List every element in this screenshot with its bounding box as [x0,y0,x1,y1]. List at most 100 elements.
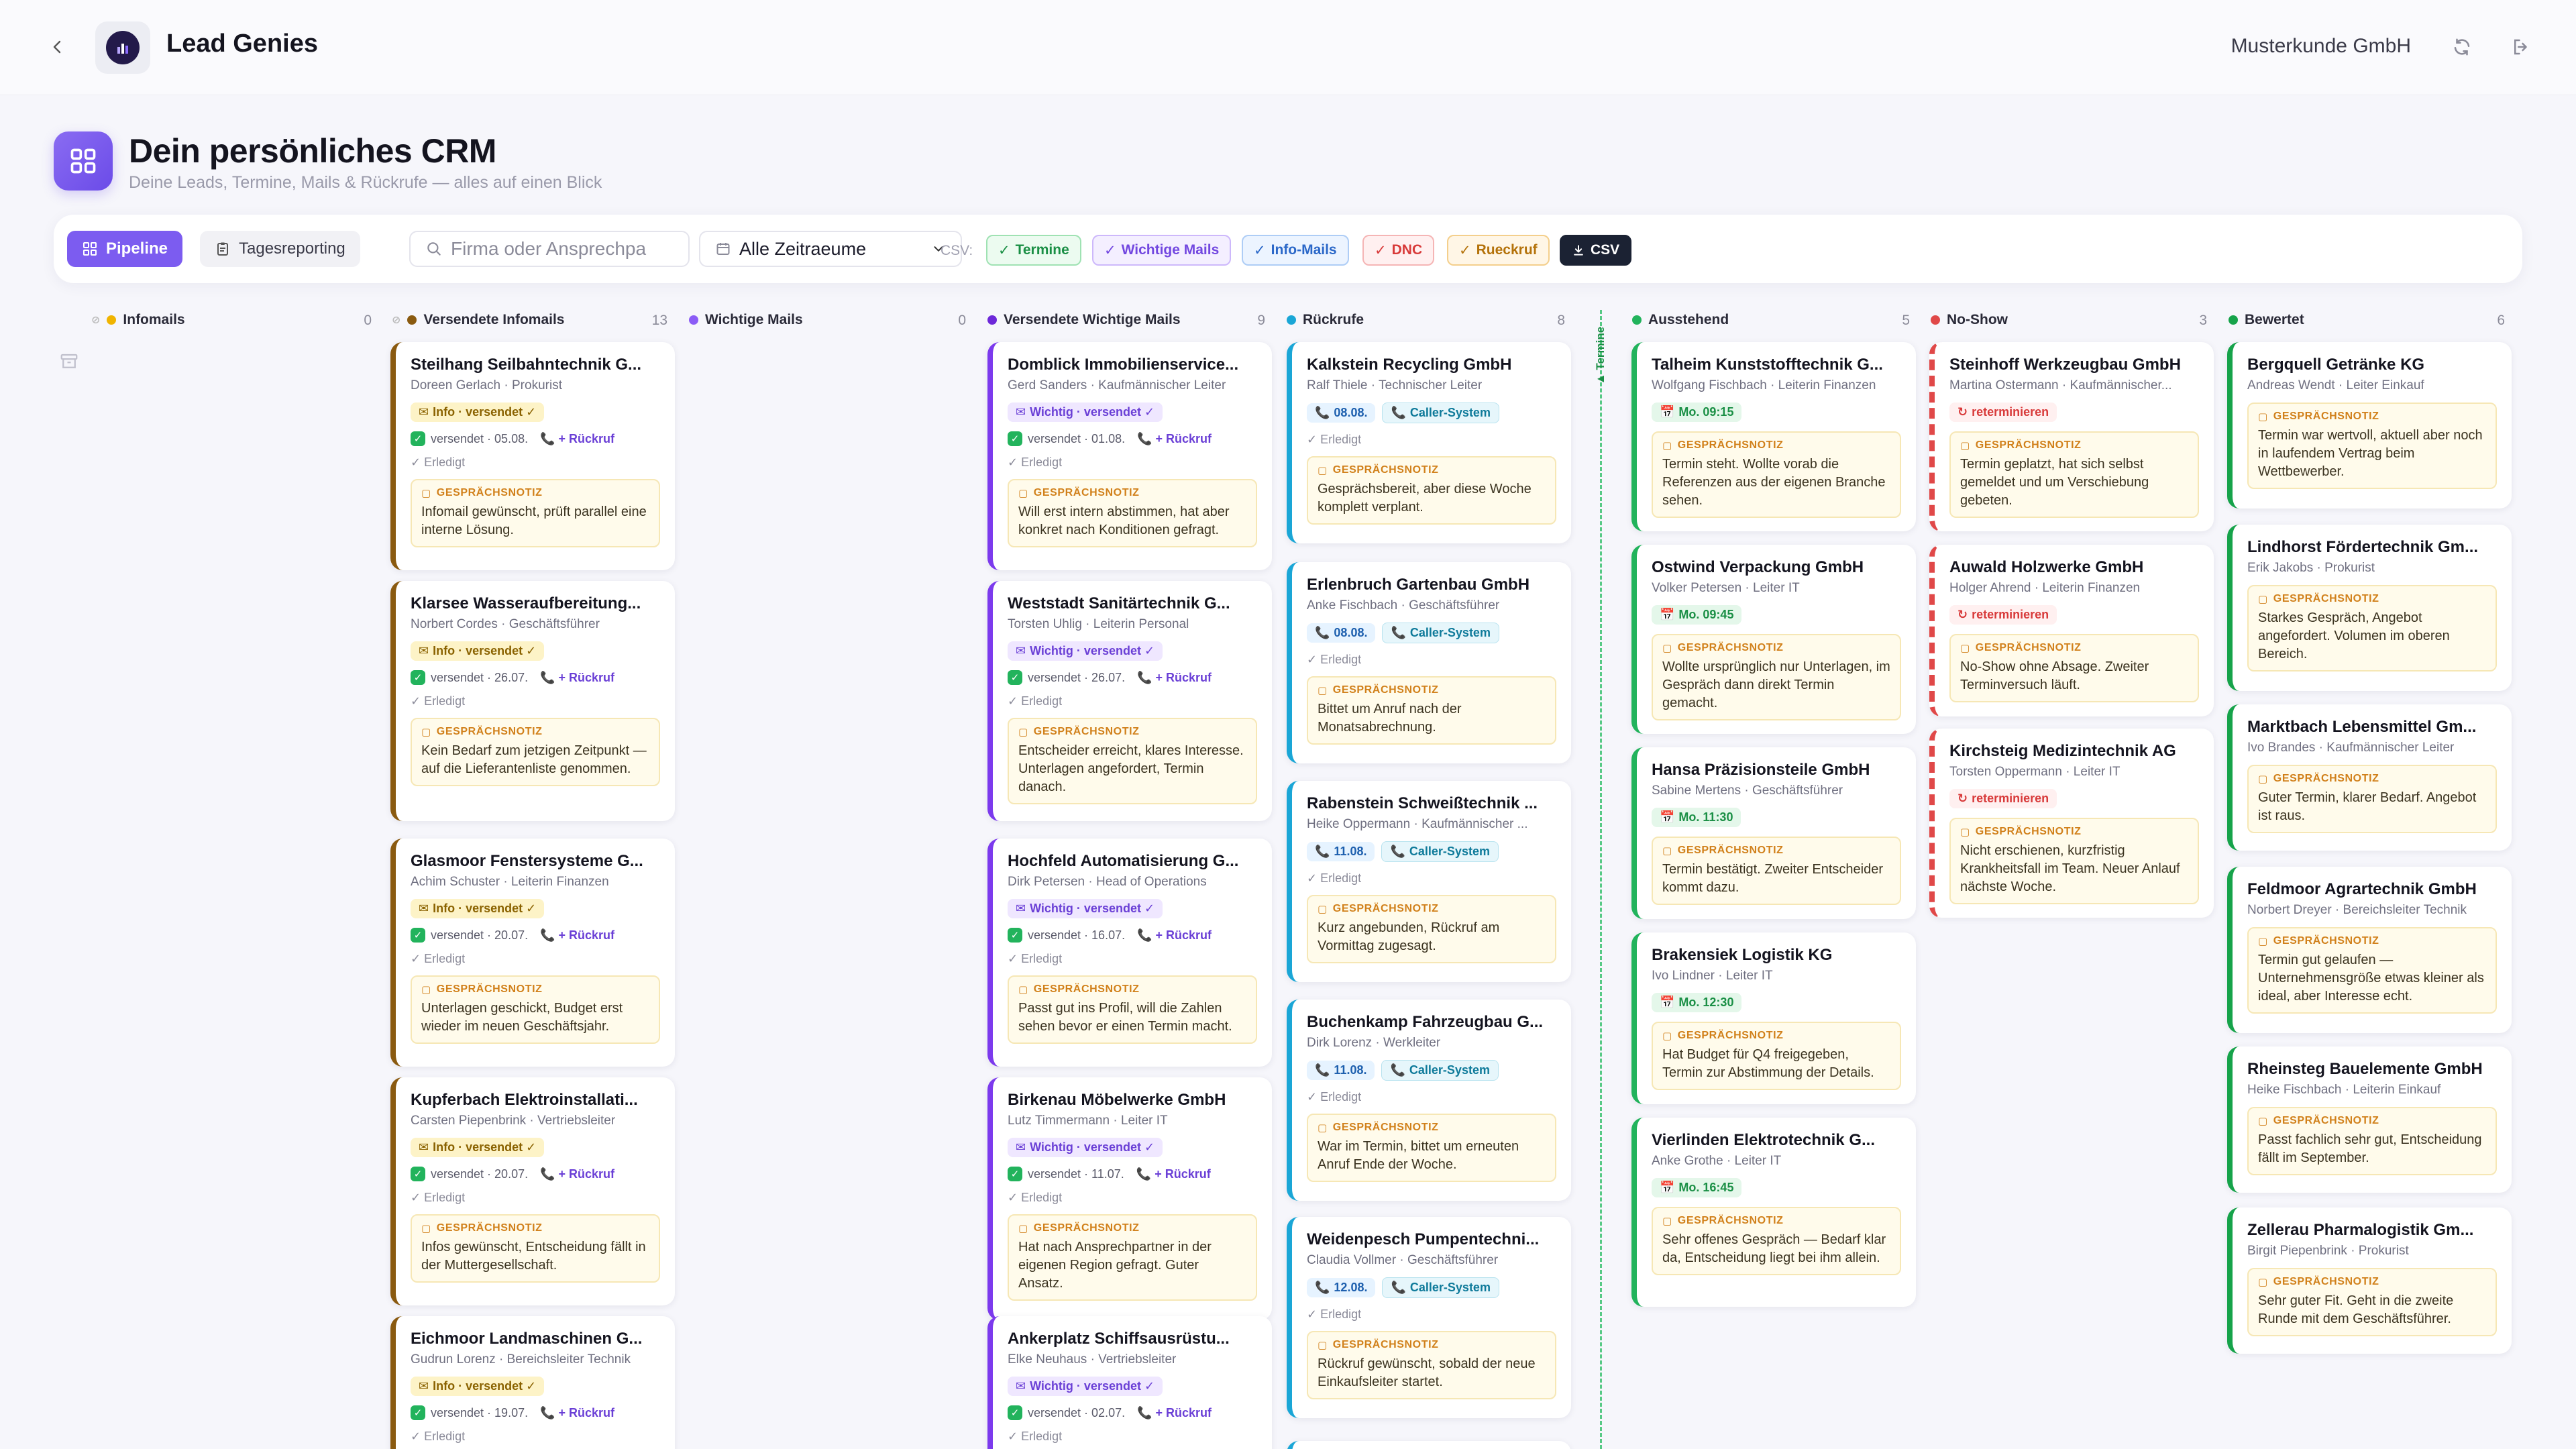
note-header: ▢ GESPRÄCHSNOTIZ [2258,411,2486,423]
checkbox-checked-icon[interactable]: ✓ [1008,670,1022,685]
lead-card[interactable]: Kirchsteig Medizintechnik AG Torsten Oppe… [1929,729,2214,918]
lead-card[interactable]: Steilhang Seilbahntechnik G... Doreen Ger… [390,342,675,570]
csv-dnc-label: DNC [1391,242,1423,258]
lead-card[interactable]: Birkenau Möbelwerke GmbH Lutz Timmermann … [987,1077,1272,1320]
lead-card[interactable]: Ankerplatz Schiffsausrüstu... Elke Neuhau… [987,1316,1272,1449]
pipeline-tab[interactable]: Pipeline [67,231,183,267]
app-logo[interactable] [95,21,150,74]
lead-card[interactable]: Klarsee Wasseraufbereitung... Norbert Cor… [390,581,675,821]
sent-date: versendet · 16.07. [1028,928,1126,942]
lead-card[interactable]: Kupferbach Elektroinstallati... Carsten P… [390,1077,675,1305]
lead-card[interactable]: Erlenbruch Gartenbau GmbH Anke Fischbach … [1287,562,1571,763]
rueckruf-link[interactable]: 📞 + Rückruf [1137,671,1212,685]
lead-card[interactable]: Eichmoor Landmaschinen G... Gudrun Lorenz… [390,1316,675,1449]
lead-card[interactable]: Buchenkamp Fahrzeugbau G... Dirk Lorenz ·… [1287,1000,1571,1201]
checkbox-checked-icon[interactable]: ✓ [411,928,425,943]
lead-company: Kalkstein Recycling GmbH [1307,356,1512,374]
tagesreporting-tab[interactable]: Tagesreporting [200,231,360,267]
note-text: Starkes Gespräch, Angebot angefordert. V… [2258,610,2450,661]
note-text: Termin bestätigt. Zweiter Entscheider ko… [1662,862,1884,895]
mail-icon: ✉ [419,1379,429,1393]
lead-card[interactable]: Weidenpesch Pumpentechni... Claudia Vollm… [1287,1217,1571,1418]
note-header: ▢ GESPRÄCHSNOTIZ [2258,1276,2486,1288]
reterminieren-button[interactable]: ↻ reterminieren [1949,605,2057,625]
lead-card[interactable]: Hochfeld Automatisierung G... Dirk Peters… [987,839,1272,1067]
checkbox-checked-icon[interactable]: ✓ [411,431,425,446]
lead-card[interactable]: Marktbach Lebensmittel Gm... Ivo Brandes … [2227,704,2512,851]
lead-card[interactable]: Steinhoff Werkzeugbau GmbH Martina Osterm… [1929,342,2214,531]
lead-card[interactable]: Kalkstein Recycling GmbH Ralf Thiele · Te… [1287,342,1571,543]
lead-card[interactable]: Feldmoor Agrartechnik GmbH Norbert Dreyer… [2227,867,2512,1033]
conversation-note: ▢ GESPRÄCHSNOTIZ Termin geplatzt, hat sich… [1949,431,2199,518]
termin-time: Mo. 12:30 [1678,996,1734,1009]
checkbox-checked-icon[interactable]: ✓ [1008,928,1022,943]
lead-card[interactable]: Domblick Immobilienservice... Gerd Sander… [987,342,1272,570]
lead-card[interactable]: Glasmoor Fenstersysteme G... Achim Schust… [390,839,675,1067]
lead-card[interactable]: Bergquell Getränke KG Andreas Wendt · Lei… [2227,342,2512,508]
logout-icon[interactable] [2508,34,2534,60]
reterminieren-button[interactable]: ↻ reterminieren [1949,402,2057,422]
caller-system-badge: 📞 Caller-System [1382,623,1499,643]
pipeline-label: Pipeline [106,239,168,258]
back-arrow-icon[interactable] [44,34,71,60]
note-header-label: GESPRÄCHSNOTIZ [1033,983,1140,995]
rueckruf-link[interactable]: 📞 + Rückruf [540,1167,614,1181]
note-icon: ▢ [1960,440,1970,451]
rueckruf-link[interactable]: 📞 + Rückruf [1137,1406,1212,1420]
phone-icon: 📞 [1315,845,1330,858]
checkbox-checked-icon[interactable]: ✓ [1008,1167,1022,1181]
checkbox-checked-icon[interactable]: ✓ [411,1405,425,1420]
note-header-label: GESPRÄCHSNOTIZ [436,1222,543,1234]
lead-card[interactable]: Weststadt Sanitärtechnik G... Torsten Uhl… [987,581,1272,821]
reterminieren-button[interactable]: ↻ reterminieren [1949,789,2057,808]
csv-info-button[interactable]: ✓ Info-Mails [1242,235,1349,266]
checkbox-checked-icon[interactable]: ✓ [1008,431,1022,446]
lead-card[interactable]: Ostwind Verpackung GmbH Volker Petersen ·… [1631,545,1916,734]
rueckruf-link[interactable]: 📞 + Rückruf [540,671,614,685]
lead-card[interactable]: Hansa Präzisionsteile GmbH Sabine Mertens… [1631,747,1916,919]
lead-card[interactable]: Auwald Holzwerke GmbH Holger Ahrend · Lei… [1929,545,2214,716]
note-header: ▢ GESPRÄCHSNOTIZ [1318,1122,1546,1134]
note-header-label: GESPRÄCHSNOTIZ [436,983,543,995]
lead-company: Klarsee Wasseraufbereitung... [411,594,641,612]
checkbox-checked-icon[interactable]: ✓ [411,1167,425,1181]
rueckruf-label: + Rückruf [558,1405,615,1419]
archive-icon[interactable] [59,352,79,375]
lead-card[interactable]: Vierlinden Elektrotechnik G... Anke Groth… [1631,1118,1916,1307]
lead-card[interactable]: Talheim Kunststofftechnik G... Wolfgang F… [1631,342,1916,531]
rueckruf-link[interactable]: 📞 + Rückruf [540,928,614,943]
lead-card[interactable]: Rabenstein Schweißtechnik ... Heike Opper… [1287,781,1571,982]
lead-card[interactable]: Brakensiek Logistik KG Ivo Lindner · Leit… [1631,932,1916,1104]
erledigt-label: ✓ Erledigt [1307,1090,1362,1104]
checkbox-checked-icon[interactable]: ✓ [411,670,425,685]
lead-card[interactable] [1287,1441,1571,1449]
rueckruf-link[interactable]: 📞 + Rückruf [1137,432,1212,446]
wichtig-sent-badge: ✉ Wichtig · versendet ✓ [1008,1138,1163,1157]
note-header-label: GESPRÄCHSNOTIZ [1975,642,2082,653]
note-icon: ▢ [1018,488,1028,499]
csv-download-button[interactable]: CSV [1560,235,1632,266]
note-text: Infomail gewünscht, prüft parallel eine … [421,504,647,537]
note-header: ▢ GESPRÄCHSNOTIZ [1018,983,1246,996]
search-input[interactable]: Firma oder Ansprechpa [409,231,690,267]
csv-dnc-button[interactable]: ✓ DNC [1362,235,1435,266]
checkbox-checked-icon[interactable]: ✓ [1008,1405,1022,1420]
note-icon: ▢ [1018,1223,1028,1234]
lead-company: Talheim Kunststofftechnik G... [1652,356,1883,374]
csv-termine-button[interactable]: ✓ Termine [986,235,1081,266]
note-header-label: GESPRÄCHSNOTIZ [2273,1115,2379,1126]
refresh-icon[interactable] [2449,34,2475,60]
rueckruf-link[interactable]: 📞 + Rückruf [540,1406,614,1420]
lead-card[interactable]: Rheinsteg Bauelemente GmbH Heike Fischbac… [2227,1046,2512,1193]
check-icon: ✓ [1104,242,1116,258]
rueckruf-link[interactable]: 📞 + Rückruf [1137,928,1212,943]
timerange-select[interactable]: Alle Zeitraeume [699,231,962,267]
lead-card[interactable]: Lindhorst Fördertechnik Gm... Erik Jakobs… [2227,525,2512,691]
csv-wichtig-button[interactable]: ✓ Wichtige Mails [1092,235,1232,266]
rueckruf-link[interactable]: 📞 + Rückruf [1136,1167,1211,1181]
csv-rueckruf-button[interactable]: ✓ Rueckruf [1447,235,1550,266]
lead-card[interactable]: Zellerau Pharmalogistik Gm... Birgit Piep… [2227,1208,2512,1354]
rueckruf-link[interactable]: 📞 + Rückruf [540,432,614,446]
note-icon: ▢ [1662,643,1672,654]
note-header-label: GESPRÄCHSNOTIZ [1033,487,1140,498]
